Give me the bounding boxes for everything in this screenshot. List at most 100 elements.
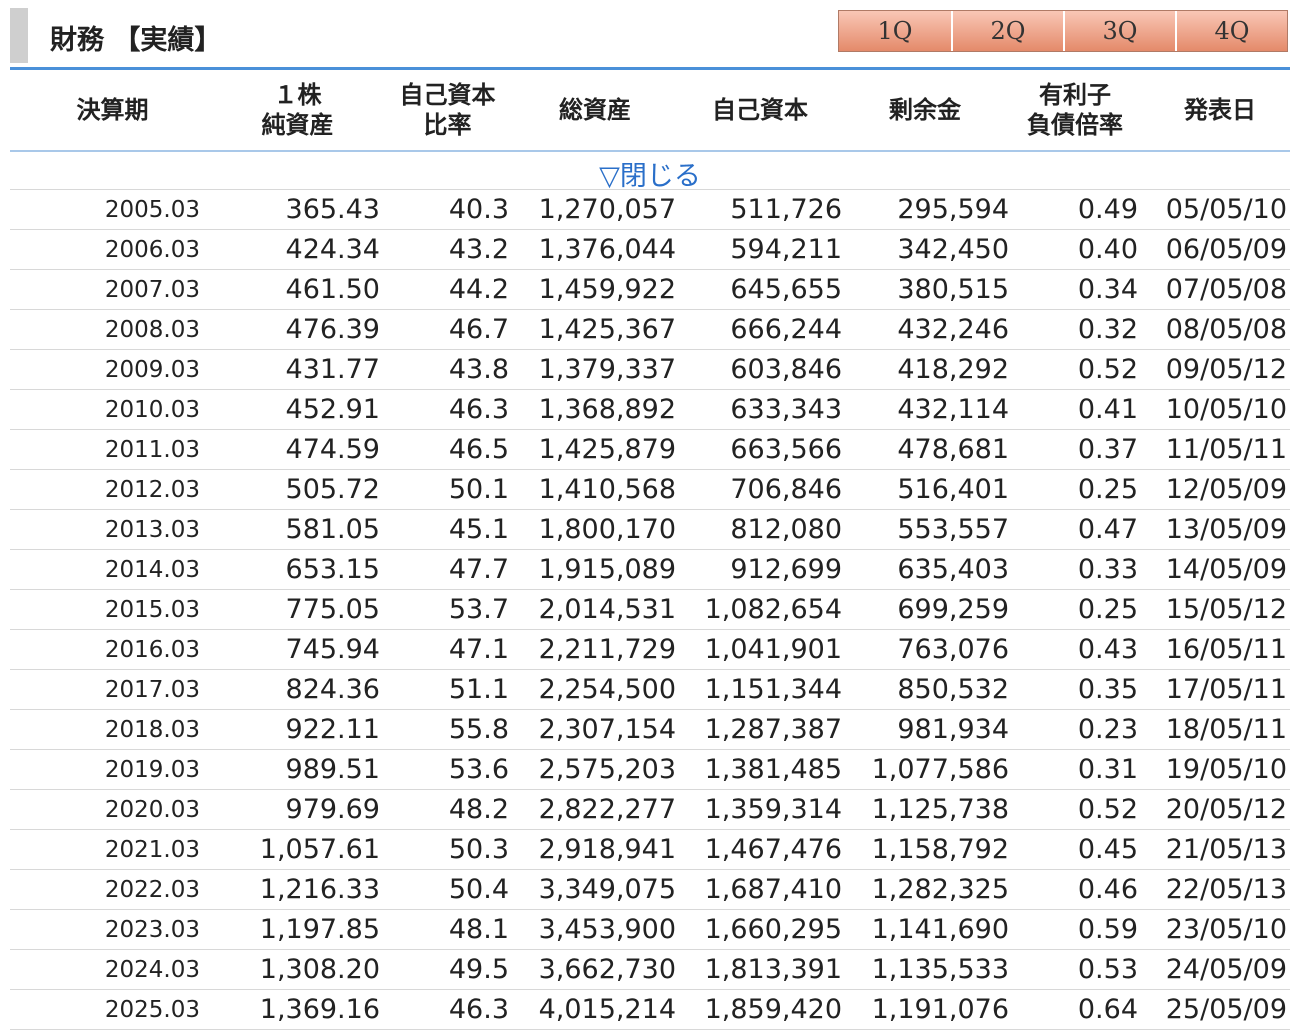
quarter-tab-4q[interactable]: 4Q (1175, 11, 1287, 51)
cell-debt-ratio: 0.59 (1077, 914, 1138, 945)
cell-equity-ratio: 40.3 (448, 194, 509, 225)
table-row: 2021.03 1,057.61 50.3 2,918,941 1,467,476 1,1… (10, 830, 1290, 870)
cell-announce-date: 10/05/10 (1165, 394, 1287, 425)
toggle-row: ▽閉じる (10, 152, 1290, 193)
cell-announce-date: 16/05/11 (1165, 634, 1287, 665)
cell-bps: 653.15 (285, 554, 380, 585)
cell-period: 2012.03 (104, 477, 200, 503)
cell-surplus: 418,292 (897, 354, 1009, 385)
cell-surplus: 850,532 (897, 674, 1009, 705)
cell-equity: 1,151,344 (704, 674, 842, 705)
cell-equity: 1,687,410 (704, 874, 842, 905)
cell-announce-date: 11/05/11 (1165, 434, 1287, 465)
cell-period: 2007.03 (104, 277, 200, 303)
cell-surplus: 478,681 (897, 434, 1009, 465)
cell-equity: 1,467,476 (704, 834, 842, 865)
col-header-period: 決算期 (76, 96, 149, 124)
cell-bps: 431.77 (285, 354, 380, 385)
cell-equity: 594,211 (730, 234, 842, 265)
cell-period: 2015.03 (104, 597, 200, 623)
table-row: 2023.03 1,197.85 48.1 3,453,900 1,660,295 1,1… (10, 910, 1290, 950)
cell-equity: 633,343 (730, 394, 842, 425)
col-header-equity: 自己資本 (712, 96, 808, 124)
cell-surplus: 342,450 (897, 234, 1009, 265)
cell-equity-ratio: 43.2 (448, 234, 509, 265)
cell-equity-ratio: 53.6 (448, 754, 509, 785)
cell-total-assets: 1,915,089 (538, 554, 676, 585)
table-row: 2016.03 745.94 47.1 2,211,729 1,041,901 763,0… (10, 630, 1290, 670)
cell-equity-ratio: 43.8 (448, 354, 509, 385)
cell-bps: 1,308.20 (259, 954, 380, 985)
cell-equity: 1,041,901 (704, 634, 842, 665)
cell-bps: 979.69 (285, 794, 380, 825)
cell-equity-ratio: 55.8 (448, 714, 509, 745)
cell-total-assets: 1,376,044 (538, 234, 676, 265)
cell-surplus: 432,246 (897, 314, 1009, 345)
cell-period: 2024.03 (104, 957, 200, 983)
cell-debt-ratio: 0.35 (1077, 674, 1138, 705)
cell-debt-ratio: 0.64 (1077, 994, 1138, 1025)
cell-debt-ratio: 0.34 (1077, 274, 1138, 305)
cell-total-assets: 2,211,729 (538, 634, 676, 665)
cell-period: 2021.03 (104, 837, 200, 863)
cell-announce-date: 18/05/11 (1165, 714, 1287, 745)
cell-announce-date: 05/05/10 (1165, 194, 1287, 225)
table-row: 2014.03 653.15 47.7 1,915,089 912,699 635,403… (10, 550, 1290, 590)
cell-surplus: 1,125,738 (871, 794, 1009, 825)
cell-debt-ratio: 0.47 (1077, 514, 1138, 545)
table-row: 2022.03 1,216.33 50.4 3,349,075 1,687,410 1,2… (10, 870, 1290, 910)
cell-surplus: 295,594 (897, 194, 1009, 225)
cell-announce-date: 24/05/09 (1165, 954, 1287, 985)
cell-period: 2017.03 (104, 677, 200, 703)
table-row: 2012.03 505.72 50.1 1,410,568 706,846 516,401… (10, 470, 1290, 510)
cell-period: 2025.03 (104, 997, 200, 1023)
cell-debt-ratio: 0.37 (1077, 434, 1138, 465)
cell-bps: 922.11 (285, 714, 380, 745)
cell-bps: 1,197.85 (259, 914, 380, 945)
cell-surplus: 1,282,325 (871, 874, 1009, 905)
cell-surplus: 1,158,792 (871, 834, 1009, 865)
cell-debt-ratio: 0.49 (1077, 194, 1138, 225)
cell-equity: 706,846 (730, 474, 842, 505)
cell-announce-date: 12/05/09 (1165, 474, 1287, 505)
cell-total-assets: 1,425,367 (538, 314, 676, 345)
table-row: 2011.03 474.59 46.5 1,425,879 663,566 478,681… (10, 430, 1290, 470)
table-row: 2006.03 424.34 43.2 1,376,044 594,211 342,450… (10, 230, 1290, 270)
table-row: 2009.03 431.77 43.8 1,379,337 603,846 418,292… (10, 350, 1290, 390)
cell-equity-ratio: 49.5 (448, 954, 509, 985)
collapse-toggle-link[interactable]: ▽閉じる (599, 154, 701, 193)
cell-equity-ratio: 50.3 (448, 834, 509, 865)
cell-equity: 1,381,485 (704, 754, 842, 785)
cell-total-assets: 1,459,922 (538, 274, 676, 305)
financials-panel: 財務 【実績】 1Q 2Q 3Q 4Q 決算期 １株 純資産 自己資本 比率 総資産 自… (0, 0, 1298, 1034)
cell-total-assets: 2,918,941 (538, 834, 676, 865)
cell-equity-ratio: 53.7 (448, 594, 509, 625)
table-row: 2013.03 581.05 45.1 1,800,170 812,080 553,557… (10, 510, 1290, 550)
table-row: 2024.03 1,308.20 49.5 3,662,730 1,813,391 1,1… (10, 950, 1290, 990)
table-row: 2005.03 365.43 40.3 1,270,057 511,726 295,594… (10, 190, 1290, 230)
quarter-tab-1q[interactable]: 1Q (839, 11, 951, 51)
cell-debt-ratio: 0.46 (1077, 874, 1138, 905)
cell-total-assets: 1,800,170 (538, 514, 676, 545)
cell-bps: 365.43 (285, 194, 380, 225)
table-row: 2015.03 775.05 53.7 2,014,531 1,082,654 699,2… (10, 590, 1290, 630)
quarter-tab-2q[interactable]: 2Q (951, 11, 1063, 51)
cell-total-assets: 2,014,531 (538, 594, 676, 625)
cell-equity-ratio: 46.7 (448, 314, 509, 345)
table-header-row: 決算期 １株 純資産 自己資本 比率 総資産 自己資本 剰余金 有利子 負債倍率 発表日 (10, 70, 1290, 152)
table-row: 2007.03 461.50 44.2 1,459,922 645,655 380,515… (10, 270, 1290, 310)
cell-equity-ratio: 48.2 (448, 794, 509, 825)
table-row: 2010.03 452.91 46.3 1,368,892 633,343 432,114… (10, 390, 1290, 430)
cell-surplus: 1,191,076 (871, 994, 1009, 1025)
cell-total-assets: 4,015,214 (538, 994, 676, 1025)
quarter-tab-3q[interactable]: 3Q (1063, 11, 1175, 51)
cell-bps: 461.50 (285, 274, 380, 305)
table-row: 2020.03 979.69 48.2 2,822,277 1,359,314 1,125… (10, 790, 1290, 830)
cell-equity: 1,082,654 (704, 594, 842, 625)
cell-period: 2019.03 (104, 757, 200, 783)
cell-equity: 663,566 (730, 434, 842, 465)
cell-equity-ratio: 47.7 (448, 554, 509, 585)
col-header-announce-date: 発表日 (1184, 96, 1256, 124)
cell-equity-ratio: 46.3 (448, 994, 509, 1025)
cell-surplus: 1,141,690 (871, 914, 1009, 945)
